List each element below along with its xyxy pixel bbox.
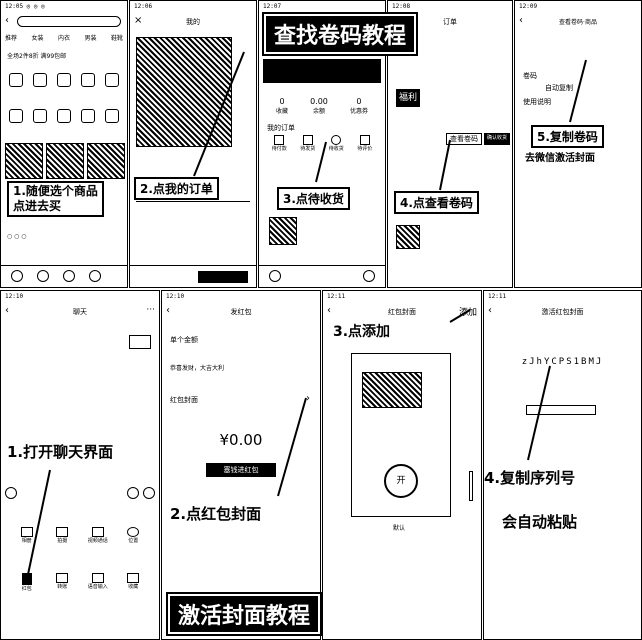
arrow <box>439 139 451 191</box>
arrow <box>277 397 307 497</box>
arrow <box>449 309 471 323</box>
arrow <box>315 141 327 183</box>
arrow <box>25 469 51 585</box>
pointer-arrows <box>25 51 587 585</box>
arrow <box>569 59 587 123</box>
arrow <box>193 51 245 177</box>
arrow <box>527 365 551 461</box>
